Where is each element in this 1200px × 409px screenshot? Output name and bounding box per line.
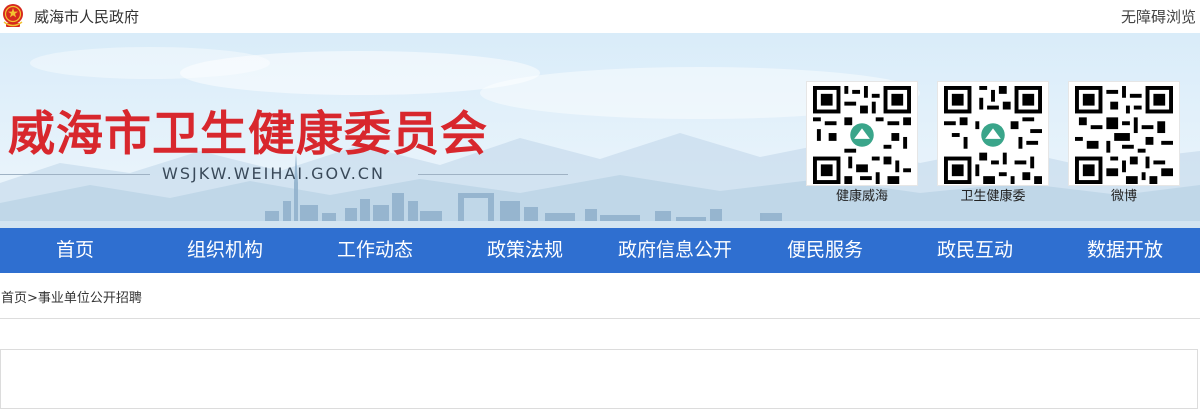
breadcrumb-separator: > <box>27 291 38 306</box>
nav-item-services[interactable]: 便民服务 <box>750 228 900 273</box>
site-domain: WSJKW.WEIHAI.GOV.CN <box>162 164 385 183</box>
breadcrumb-home-link[interactable]: 首页 <box>1 291 27 306</box>
header-banner: 威海市卫生健康委员会 WSJKW.WEIHAI.GOV.CN 健康威海 卫生健康… <box>0 33 1200 228</box>
qr-code-jiankang-weihai <box>806 81 918 186</box>
breadcrumb-current-link[interactable]: 事业单位公开招聘 <box>38 291 142 306</box>
top-bar: 威海市人民政府 无障碍浏览 <box>0 0 1200 33</box>
nav-item-gov-info[interactable]: 政府信息公开 <box>600 228 750 273</box>
qr-code-icon <box>1075 86 1173 184</box>
nav-item-policies[interactable]: 政策法规 <box>450 228 600 273</box>
nav-item-interaction[interactable]: 政民互动 <box>900 228 1050 273</box>
national-emblem-icon <box>3 4 23 27</box>
qr-code-icon <box>813 86 911 184</box>
divider <box>0 318 1200 319</box>
qr-code-icon <box>944 86 1042 184</box>
qr-code-weibo <box>1068 81 1180 186</box>
nav-item-organization[interactable]: 组织机构 <box>150 228 300 273</box>
accessibility-link[interactable]: 无障碍浏览 <box>1121 6 1196 27</box>
nav-item-work-news[interactable]: 工作动态 <box>300 228 450 273</box>
decor-line-right <box>418 174 568 175</box>
content-panel <box>0 349 1198 409</box>
qr-label-weibo: 微博 <box>1110 189 1137 204</box>
qr-label-jiankang-weihai: 健康威海 <box>835 189 888 204</box>
breadcrumb: 首页>事业单位公开招聘 <box>1 287 142 306</box>
nav-item-open-data[interactable]: 数据开放 <box>1050 228 1200 273</box>
qr-label-weisheng-jiankangwei: 卫生健康委 <box>960 189 1026 204</box>
decor-line-left <box>0 174 150 175</box>
site-title: 威海市卫生健康委员会 <box>8 107 488 162</box>
qr-code-weisheng-jiankangwei <box>937 81 1049 186</box>
parent-site-link[interactable]: 威海市人民政府 <box>34 6 139 27</box>
nav-item-home[interactable]: 首页 <box>0 228 150 273</box>
main-nav: 首页 组织机构 工作动态 政策法规 政府信息公开 便民服务 政民互动 数据开放 <box>0 228 1200 273</box>
